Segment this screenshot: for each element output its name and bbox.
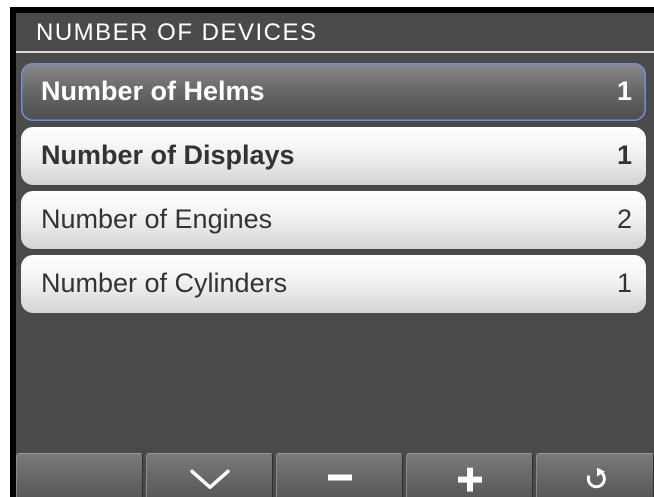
header-bar: NUMBER OF DEVICES	[16, 13, 654, 53]
menu-item-value: 1	[616, 268, 632, 298]
menu-item-cylinders[interactable]: Number of Cylinders 1	[21, 255, 646, 313]
device-count-menu: Number of Helms 1 Number of Displays 1 N…	[21, 63, 646, 319]
minus-icon	[327, 474, 352, 480]
menu-item-value: 1	[616, 76, 632, 106]
menu-item-value: 1	[616, 140, 632, 170]
menu-item-helms[interactable]: Number of Helms 1	[21, 63, 646, 121]
softkey-back[interactable]	[536, 453, 654, 497]
menu-item-value: 2	[616, 204, 632, 234]
menu-item-label: Number of Displays	[41, 140, 295, 170]
softkey-down[interactable]	[146, 453, 273, 497]
chevron-down-icon	[189, 469, 230, 489]
display-screen: NUMBER OF DEVICES Number of Helms 1 Numb…	[16, 13, 654, 497]
softkey-minus[interactable]	[276, 453, 403, 497]
back-arrow-icon	[586, 467, 606, 488]
menu-item-label: Number of Helms	[41, 76, 265, 106]
softkey-bar	[16, 453, 654, 497]
softkey-blank[interactable]	[16, 453, 143, 497]
menu-item-displays[interactable]: Number of Displays 1	[21, 127, 646, 185]
menu-item-label: Number of Cylinders	[41, 268, 288, 298]
page-title: NUMBER OF DEVICES	[36, 19, 318, 46]
menu-item-label: Number of Engines	[41, 204, 273, 234]
softkey-plus[interactable]	[406, 453, 533, 497]
plus-icon	[457, 467, 482, 492]
device-bezel: NUMBER OF DEVICES Number of Helms 1 Numb…	[10, 7, 654, 497]
menu-item-engines[interactable]: Number of Engines 2	[21, 191, 646, 249]
